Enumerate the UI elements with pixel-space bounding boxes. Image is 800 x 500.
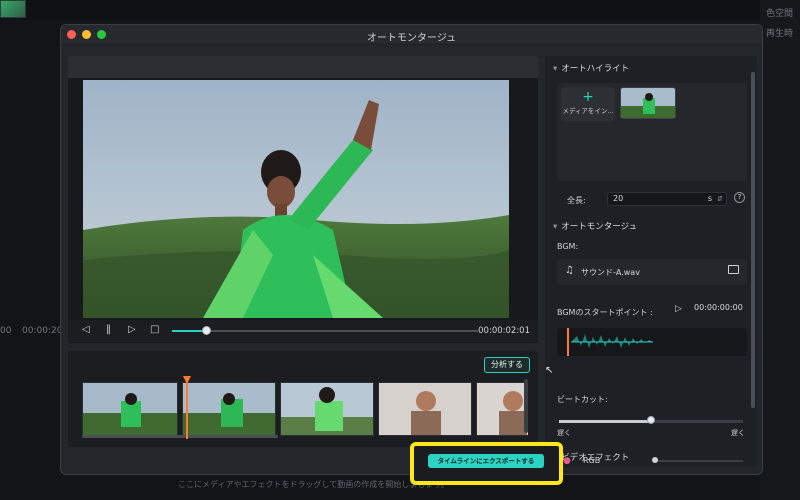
background-media-thumbnail[interactable]: [0, 0, 26, 18]
clip-strip-vertical-scrollbar[interactable]: [524, 379, 528, 433]
auto-montage-dialog: オートモンタージュ ◁ ‖ ▷ □ 00:00:02:01 分析する ▾ オート…: [60, 24, 763, 475]
settings-panel: ▾ オートハイライト + メディアをイン... 全長: 20 s ⇵ ? ▾ オート…: [545, 56, 757, 467]
beat-cut-fill: [559, 420, 651, 423]
background-properties-panel: 色空間 再生時: [760, 0, 800, 500]
add-media-button[interactable]: + メディアをイン...: [561, 87, 615, 121]
rgb-icon: ●: [563, 456, 571, 466]
auto-montage-section[interactable]: ▾ オートモンタージュ: [553, 220, 637, 232]
add-icon: +: [582, 89, 594, 105]
auto-highlight-section[interactable]: ▾ オートハイライト: [553, 62, 629, 74]
auto-highlight-title: オートハイライト: [561, 64, 630, 74]
rgb-slider-handle[interactable]: [652, 457, 658, 463]
length-unit: s: [707, 194, 712, 203]
progress-slider[interactable]: [172, 326, 478, 335]
bgm-start-point-value: 00:00:00:00: [694, 303, 743, 312]
bgm-waveform[interactable]: [557, 328, 747, 356]
highlight-media-thumbnail[interactable]: [620, 87, 676, 119]
background-timeline-ruler: 00 00:00:20: [0, 322, 62, 342]
preview-video[interactable]: [83, 80, 509, 318]
app-top-strip: [0, 0, 800, 20]
progress-handle[interactable]: [201, 326, 211, 335]
play-icon[interactable]: ▷: [675, 304, 682, 314]
rgb-slider[interactable]: [652, 457, 743, 463]
ruler-time-1: 00:00:20: [22, 326, 63, 336]
export-to-timeline-button[interactable]: タイムラインにエクスポートする: [428, 454, 544, 468]
bgm-file-row[interactable]: ♫ サウンド-A.wav: [557, 259, 747, 285]
bgm-start-point-label: BGMのスタートポイント :: [557, 308, 653, 317]
playback-label: 再生時: [766, 29, 794, 39]
clip-strip-scrollbar[interactable]: [82, 435, 278, 438]
bgm-start-point-field[interactable]: 00:00:00:00: [689, 302, 751, 316]
clips-panel: 分析する: [68, 351, 538, 447]
playback-controls: ◁ ‖ ▷ □ 00:00:02:01: [68, 320, 538, 342]
clip-strip: [82, 382, 528, 438]
caret-down-icon: ▾: [553, 222, 558, 232]
pause-icon[interactable]: ‖: [106, 324, 111, 335]
highlight-media-box: + メディアをイン...: [557, 83, 747, 181]
length-label: 全長:: [567, 196, 586, 205]
clip-thumbnail[interactable]: [378, 382, 472, 436]
timecode: 00:00:02:01: [478, 326, 530, 336]
help-icon[interactable]: ?: [734, 192, 745, 203]
add-media-label: メディアをイン...: [562, 107, 614, 115]
clip-thumbnail[interactable]: [280, 382, 374, 436]
rgb-label: RGB: [583, 456, 601, 465]
auto-montage-title: オートモンタージュ: [561, 222, 638, 232]
prev-frame-icon[interactable]: ◁: [82, 324, 90, 335]
dialog-title: オートモンタージュ: [366, 33, 457, 44]
length-value: 20: [613, 194, 624, 203]
beat-cut-max-label: 遅く: [731, 429, 745, 437]
clip-thumbnail[interactable]: [182, 382, 276, 436]
color-space-label: 色空間: [766, 9, 794, 19]
clip-thumbnail[interactable]: [476, 382, 528, 436]
playhead[interactable]: [186, 379, 188, 439]
caret-down-icon: ▾: [553, 64, 558, 74]
preview-image: [83, 80, 509, 318]
beat-cut-label: ビートカット:: [557, 395, 608, 404]
music-note-icon: ♫: [565, 265, 574, 276]
bgm-file-name: サウンド-A.wav: [581, 268, 640, 277]
bgm-label: BGM:: [557, 242, 579, 251]
mouse-cursor-icon: ↖: [545, 365, 554, 376]
next-frame-icon[interactable]: ▷: [128, 324, 136, 335]
analyze-button[interactable]: 分析する: [484, 357, 530, 373]
stepper-icon[interactable]: ⇵: [717, 193, 723, 205]
settings-scrollbar[interactable]: [751, 72, 755, 408]
beat-cut-handle[interactable]: [647, 416, 655, 424]
export-highlight-frame: タイムラインにエクスポートする: [410, 442, 563, 485]
folder-icon[interactable]: [728, 265, 739, 274]
beat-cut-min-label: 遅く: [557, 429, 571, 437]
clip-thumbnail[interactable]: [82, 382, 178, 436]
progress-fill: [172, 330, 206, 332]
beat-cut-slider[interactable]: [559, 416, 743, 424]
preview-header: [68, 56, 538, 78]
dialog-titlebar: オートモンタージュ: [61, 25, 762, 45]
timeline-hint-text: ここにメディアやエフェクトをドラッグして動画の作成を開始しましょう。: [178, 480, 449, 489]
length-input[interactable]: 20 s ⇵: [607, 192, 727, 206]
stop-icon[interactable]: □: [150, 324, 159, 335]
ruler-time-0: 00: [0, 326, 12, 336]
